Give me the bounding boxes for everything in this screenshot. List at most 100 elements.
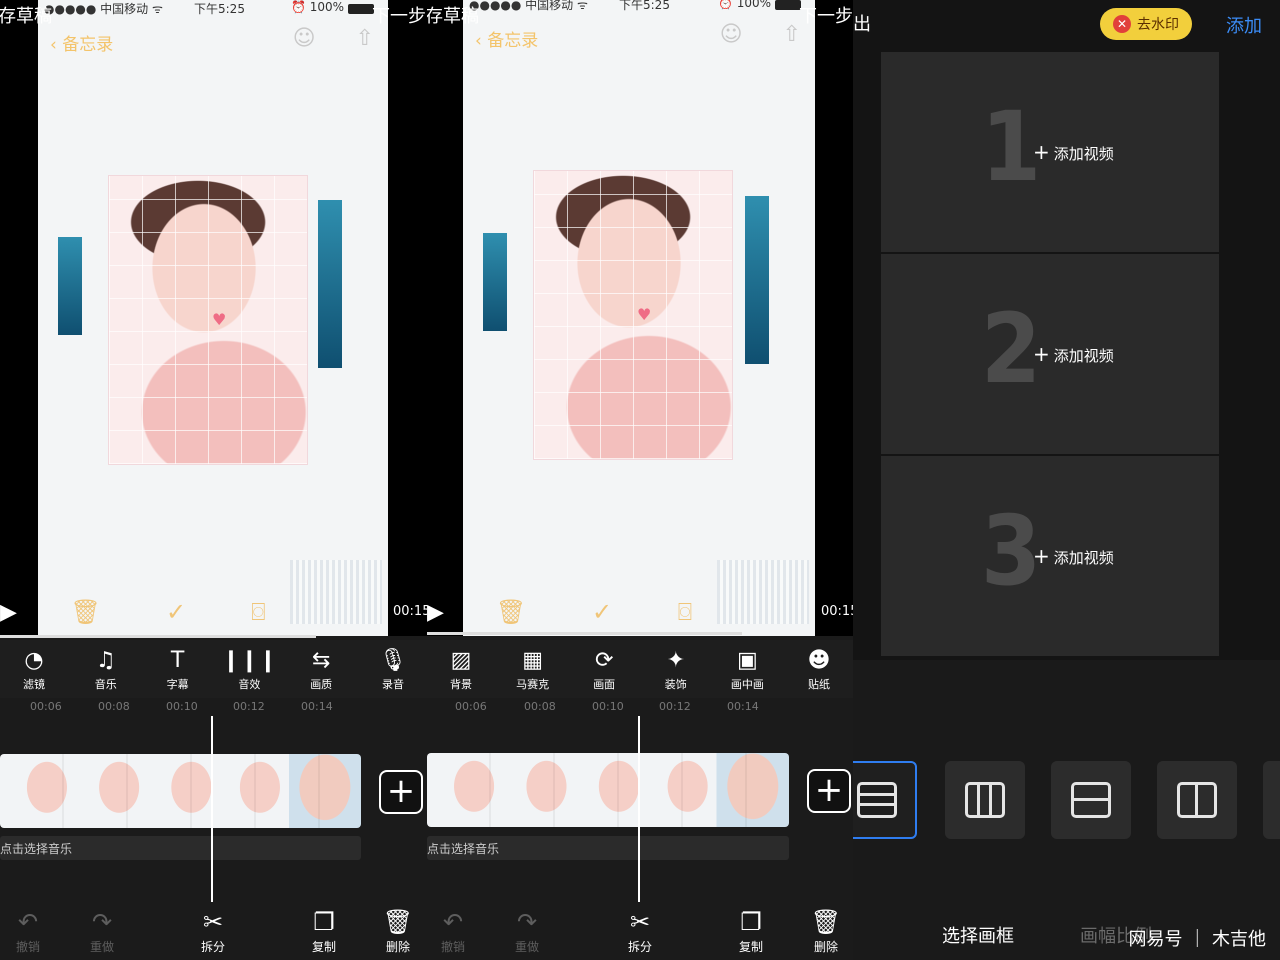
save-draft-button[interactable]: 存草稿 (427, 2, 479, 28)
tool-filter[interactable]: ◔ 滤镜 (6, 640, 62, 698)
camera-icon: ⌼ (677, 598, 693, 626)
tool-mosaic[interactable]: ▦ 马赛克 (505, 640, 561, 698)
music-track[interactable]: 点击选择音乐 (0, 836, 361, 860)
video-clip-strip[interactable] (0, 754, 361, 828)
layout-two-rows[interactable] (1051, 761, 1131, 839)
music-track[interactable]: 点击选择音乐 (427, 836, 789, 860)
action-label: 重做 (89, 940, 114, 954)
tool-background[interactable]: ▨ 背景 (433, 640, 489, 698)
timeline-ruler: 00:06 00:08 00:10 00:12 00:14 (427, 698, 853, 714)
action-label: 删除 (385, 940, 410, 954)
add-person-icon: ☺ (292, 26, 316, 51)
memo-back-link: ‹ 备忘录 (50, 35, 114, 55)
plus-icon: + (1033, 544, 1050, 568)
playhead[interactable] (638, 716, 640, 902)
layout-three-rows[interactable] (853, 761, 917, 839)
adjust-icon: ⇆ (311, 648, 331, 673)
ruler-tick: 00:06 (30, 700, 62, 713)
action-bar: ↶ 撤销 ↷ 重做 ✂ 拆分 ❐ 复制 🗑 删除 (427, 900, 853, 960)
tool-label: 画质 (310, 678, 333, 691)
video-slot-1[interactable]: 1 + 添加视频 (881, 52, 1219, 252)
three-rows-icon (857, 782, 897, 818)
delete-button[interactable]: 🗑 删除 (372, 908, 424, 955)
tool-label: 音乐 (94, 678, 117, 691)
playback-progress[interactable] (427, 632, 742, 635)
playback-progress[interactable] (0, 635, 316, 638)
ruler-tick: 00:08 (524, 700, 556, 713)
copy-button[interactable]: ❐ 复制 (298, 908, 350, 955)
ruler-tick: 00:14 (727, 700, 759, 713)
battery-icon (348, 4, 374, 14)
tool-subtitle[interactable]: T 字幕 (150, 640, 206, 698)
tab-select-frame[interactable]: 选择画框 (942, 922, 1014, 948)
add-video-label: 添加视频 (1053, 347, 1114, 365)
tool-sticker[interactable]: ☻ 贴纸 (791, 640, 847, 698)
tool-sound-effect[interactable]: ❙❙❙ 音效 (221, 640, 277, 698)
trash-icon: 🗑 (382, 908, 414, 936)
scissors-icon: ✂ (202, 908, 224, 936)
layout-two-columns[interactable] (1157, 761, 1237, 839)
tool-record[interactable]: 🎙 录音 (365, 640, 421, 698)
plus-icon: + (1033, 342, 1050, 366)
battery-text: ⏰ 100% (717, 0, 771, 10)
text-icon: T (170, 648, 185, 673)
video-slot-2[interactable]: 2 + 添加视频 (881, 254, 1219, 454)
undo-button[interactable]: ↶ 撤销 (2, 908, 54, 955)
redo-button[interactable]: ↷ 重做 (501, 908, 553, 955)
add-video-link[interactable]: + 添加视频 (1033, 544, 1114, 568)
tool-decoration[interactable]: ✦ 装饰 (648, 640, 704, 698)
undo-icon: ↶ (442, 908, 464, 936)
copy-icon: ❐ (313, 908, 335, 936)
watermark-barcode (290, 560, 382, 624)
action-bar: ↶ 撤销 ↷ 重做 ✂ 拆分 ❐ 复制 🗑 删除 (0, 900, 427, 960)
action-label: 撤销 (440, 940, 465, 954)
action-label: 撤销 (15, 940, 40, 954)
redo-icon: ↷ (516, 908, 538, 936)
add-video-link[interactable]: + 添加视频 (1033, 342, 1114, 366)
video-slot-3[interactable]: 3 + 添加视频 (881, 456, 1219, 656)
add-clip-button[interactable]: + (807, 769, 851, 813)
trash-icon: 🗑 (810, 908, 842, 936)
microphone-icon: 🎙 (379, 648, 407, 673)
two-columns-icon (1177, 782, 1217, 818)
carrier-text: ●●●●● 中国移动 ᯤ (469, 0, 588, 12)
playhead[interactable] (211, 716, 213, 902)
heart-icon: ♥ (637, 305, 652, 324)
copy-button[interactable]: ❐ 复制 (725, 908, 777, 955)
sparkle-icon: ✦ (666, 648, 685, 673)
add-clip-button[interactable]: + (379, 770, 423, 814)
portrait-image (108, 175, 308, 465)
layout-three-columns[interactable] (945, 761, 1025, 839)
split-button[interactable]: ✂ 拆分 (187, 908, 239, 955)
layout-more[interactable] (1263, 761, 1280, 839)
action-label: 复制 (738, 940, 763, 954)
edit-toolbar: ▨ 背景 ▦ 马赛克 ⟳ 画面 ✦ 装饰 ▣ 画中画 ☻ 贴纸 (427, 640, 853, 698)
next-step-button[interactable]: 下一步 (372, 2, 426, 28)
play-icon[interactable]: ▶ (427, 600, 444, 625)
redo-icon: ↷ (91, 908, 113, 936)
timecode: 00:15 (821, 604, 853, 619)
tool-frame[interactable]: ⟳ 画面 (576, 640, 632, 698)
memo-header-icons: ☺ ⇧ (720, 22, 801, 47)
tool-music[interactable]: ♫ 音乐 (78, 640, 134, 698)
memo-back-label: 备忘录 (487, 31, 539, 51)
tool-quality[interactable]: ⇆ 画质 (293, 640, 349, 698)
ruler-tick: 00:10 (592, 700, 624, 713)
undo-button[interactable]: ↶ 撤销 (427, 908, 479, 955)
play-icon[interactable]: ▶ (0, 600, 17, 625)
add-video-label: 添加视频 (1053, 549, 1114, 567)
add-video-link[interactable]: + 添加视频 (1033, 140, 1114, 164)
glitch-bar-right (318, 200, 342, 368)
delete-button[interactable]: 🗑 删除 (800, 908, 852, 955)
tool-pip[interactable]: ▣ 画中画 (719, 640, 775, 698)
next-step-button[interactable]: 下一步 (799, 2, 853, 28)
video-clip-strip[interactable] (427, 753, 789, 827)
ruler-tick: 00:12 (659, 700, 691, 713)
music-hint: 点击选择音乐 (427, 842, 500, 856)
add-button[interactable]: 添加 (1226, 12, 1262, 38)
remove-watermark-button[interactable]: ✕ 去水印 (1100, 8, 1192, 40)
redo-button[interactable]: ↷ 重做 (76, 908, 128, 955)
save-draft-button[interactable]: 存草稿 (0, 2, 52, 28)
split-button[interactable]: ✂ 拆分 (614, 908, 666, 955)
trash-icon: 🗑 (70, 598, 101, 626)
